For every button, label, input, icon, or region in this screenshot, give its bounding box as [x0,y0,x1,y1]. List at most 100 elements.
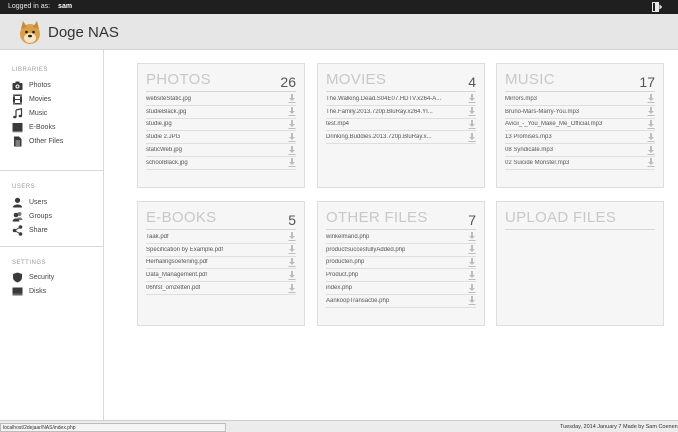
file-row[interactable]: Data_Management.pdf [146,269,296,283]
download-icon[interactable] [288,119,296,129]
file-name[interactable]: Data_Management.pdf [146,272,207,278]
file-row[interactable]: The.Walking.Dead.S04E07.HDTV.x264-A... [326,93,476,106]
file-name[interactable]: Mirrors.mp3 [505,96,537,102]
download-icon[interactable] [468,283,476,293]
file-name[interactable]: schoolBlack.jpg [146,160,188,166]
download-icon[interactable] [288,132,296,142]
file-name[interactable]: studie 2.JPG [146,134,180,140]
download-icon[interactable] [647,158,655,168]
file-row[interactable]: schoolBlack.jpg [146,157,296,170]
file-row[interactable]: 06hfst_omzetten.pdf [146,282,296,295]
file-row[interactable]: The.Family.2013.720p.BluRay.x264.YI... [326,106,476,119]
panel-title[interactable]: MOVIES [326,71,386,88]
file-name[interactable]: Specification by Example.pdf [146,247,223,253]
download-icon[interactable] [468,119,476,129]
download-icon[interactable] [647,145,655,155]
file-row[interactable]: studie.jpg [146,119,296,132]
file-row[interactable]: 08 Syndicate.mp3 [505,144,655,157]
file-name[interactable]: The.Family.2013.720p.BluRay.x264.YI... [326,109,433,115]
sidebar-item-disks[interactable]: Disks [12,285,100,297]
file-row[interactable]: Herhalingsoefening.pdf [146,257,296,270]
download-icon[interactable] [288,232,296,242]
file-row[interactable]: AankoopTransactie.php [326,295,476,308]
panel-title[interactable]: PHOTOS [146,71,211,88]
sidebar-item-photos[interactable]: Photos [12,79,100,91]
file-row[interactable]: test.mp4 [326,119,476,132]
logout-icon[interactable] [652,2,662,12]
download-icon[interactable] [647,107,655,117]
download-icon[interactable] [288,257,296,267]
file-name[interactable]: Taak.pdf [146,234,169,240]
sidebar-item-movies[interactable]: Movies [12,93,100,105]
download-icon[interactable] [288,107,296,117]
download-icon[interactable] [288,158,296,168]
file-name[interactable]: studieBlack.jpg [146,109,186,115]
file-row[interactable]: staticWeb.jpg [146,144,296,157]
file-row[interactable]: 02 Suicide Monster.mp3 [505,157,655,170]
file-name[interactable]: productSuccesfullyAdded.php [326,247,405,253]
file-name[interactable]: producten.php [326,259,364,265]
sidebar-item-other-files[interactable]: Other Files [12,135,100,147]
file-row[interactable]: index.php [326,282,476,295]
sidebar-item-users[interactable]: Users [12,196,100,208]
file-name[interactable]: index.php [326,285,352,291]
download-icon[interactable] [288,94,296,104]
sidebar-item-music[interactable]: Music [12,107,100,119]
download-icon[interactable] [468,257,476,267]
file-row[interactable]: websiteStatic.jpg [146,93,296,106]
sidebar-item-security[interactable]: Security [12,271,100,283]
download-icon[interactable] [468,270,476,280]
file-row[interactable]: Specification by Example.pdf [146,244,296,257]
download-icon[interactable] [288,145,296,155]
file-row[interactable]: winkelmand.php [326,231,476,244]
file-name[interactable]: winkelmand.php [326,234,369,240]
file-name[interactable]: studie.jpg [146,121,172,127]
file-row[interactable]: studie 2.JPG [146,131,296,145]
file-row[interactable]: Drinking.Buddies.2013.720p.BluRay.x... [326,131,476,145]
file-row[interactable]: 13 Promises.mp3 [505,131,655,145]
sidebar-item-ebooks[interactable]: E-Books [12,121,100,133]
upload-panel[interactable]: UPLOAD FILES [496,201,664,326]
file-row[interactable]: Avicii_-_You_Make_Me_Official.mp3 [505,119,655,132]
file-name[interactable]: 08 Syndicate.mp3 [505,147,553,153]
download-icon[interactable] [647,119,655,129]
download-icon[interactable] [468,232,476,242]
panel-title[interactable]: E-BOOKS [146,209,216,226]
file-row[interactable]: Mirrors.mp3 [505,93,655,106]
download-icon[interactable] [288,283,296,293]
file-row[interactable]: Product.php [326,269,476,283]
sidebar-item-share[interactable]: Share [12,224,100,236]
file-name[interactable]: Herhalingsoefening.pdf [146,259,208,265]
file-name[interactable]: 06hfst_omzetten.pdf [146,285,200,291]
panel-title[interactable]: UPLOAD FILES [505,209,616,226]
download-icon[interactable] [288,270,296,280]
file-name[interactable]: 13 Promises.mp3 [505,134,552,140]
file-name[interactable]: Drinking.Buddies.2013.720p.BluRay.x... [326,134,432,140]
file-name[interactable]: Product.php [326,272,358,278]
file-name[interactable]: The.Walking.Dead.S04E07.HDTV.x264-A... [326,96,441,102]
panel-title[interactable]: MUSIC [505,71,555,88]
sidebar-item-groups[interactable]: Groups [12,210,100,222]
file-row[interactable]: producten.php [326,257,476,270]
file-name[interactable]: Bruno-Mars-Marry-You.mp3 [505,109,579,115]
file-row[interactable]: productSuccesfullyAdded.php [326,244,476,257]
file-name[interactable]: Avicii_-_You_Make_Me_Official.mp3 [505,121,602,127]
file-row[interactable]: Bruno-Mars-Marry-You.mp3 [505,106,655,119]
download-icon[interactable] [468,132,476,142]
download-icon[interactable] [468,245,476,255]
file-name[interactable]: 02 Suicide Monster.mp3 [505,160,569,166]
file-name[interactable]: test.mp4 [326,121,349,127]
file-row[interactable]: Taak.pdf [146,231,296,244]
download-icon[interactable] [468,94,476,104]
download-icon[interactable] [647,94,655,104]
download-icon[interactable] [468,296,476,306]
file-row[interactable]: studieBlack.jpg [146,106,296,119]
file-name[interactable]: AankoopTransactie.php [326,298,389,304]
doge-logo[interactable] [17,19,43,45]
panel-title[interactable]: OTHER FILES [326,209,428,226]
file-name[interactable]: websiteStatic.jpg [146,96,191,102]
download-icon[interactable] [288,245,296,255]
download-icon[interactable] [468,107,476,117]
file-name[interactable]: staticWeb.jpg [146,147,182,153]
download-icon[interactable] [647,132,655,142]
